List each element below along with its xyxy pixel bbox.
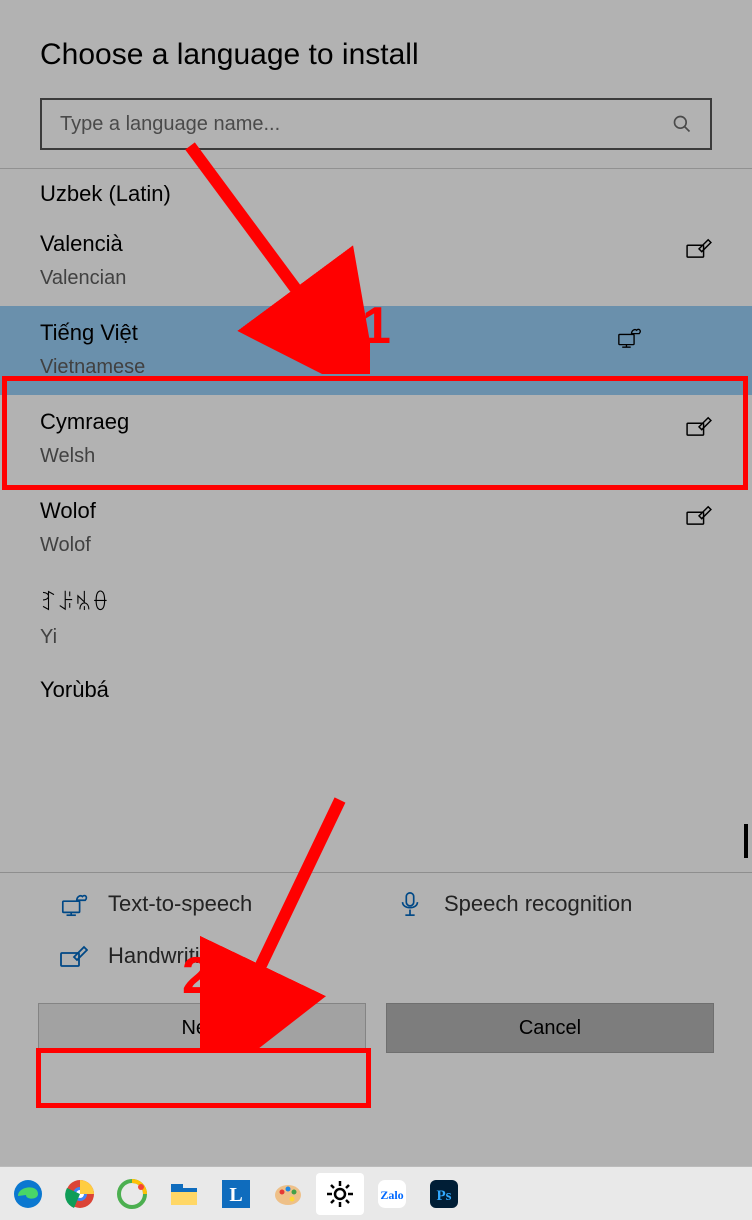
search-input[interactable]: Type a language name... <box>40 98 712 150</box>
svg-text:Ps: Ps <box>437 1188 452 1204</box>
language-item-welsh[interactable]: Cymraeg Welsh <box>0 395 752 484</box>
next-button[interactable]: Next <box>38 1003 366 1053</box>
language-list: Uzbek (Latin) Valencià Valencian Tiếng V… <box>0 169 752 703</box>
taskbar-zalo[interactable]: Zalo <box>368 1173 416 1215</box>
language-install-dialog: Choose a language to install Type a lang… <box>0 0 752 1220</box>
taskbar-chrome[interactable] <box>56 1173 104 1215</box>
legend-speech: Speech recognition <box>396 891 712 917</box>
taskbar-photoshop[interactable]: Ps <box>420 1173 468 1215</box>
text-to-speech-icon <box>616 326 642 348</box>
language-item-vietnamese[interactable]: Tiếng Việt Vietnamese <box>0 306 752 395</box>
handwriting-icon <box>60 943 88 969</box>
svg-text:Zalo: Zalo <box>380 1188 403 1202</box>
taskbar-edge[interactable] <box>4 1173 52 1215</box>
handwriting-icon <box>686 415 712 437</box>
language-item-valencian[interactable]: Valencià Valencian <box>0 217 752 306</box>
legend-handwriting: Handwriting <box>60 943 376 969</box>
legend-tts: Text-to-speech <box>60 891 376 917</box>
language-item-wolof[interactable]: Wolof Wolof <box>0 484 752 573</box>
taskbar: L Zalo Ps <box>0 1166 752 1220</box>
language-item-yi[interactable]: ꆈꌠꁱꂷ Yi <box>0 573 752 665</box>
taskbar-paint[interactable] <box>264 1173 312 1215</box>
text-cursor <box>744 824 748 858</box>
dialog-title: Choose a language to install <box>0 0 752 98</box>
language-item-uzbek[interactable]: Uzbek (Latin) <box>0 169 752 217</box>
search-icon <box>672 114 692 134</box>
svg-text:L: L <box>229 1184 242 1206</box>
taskbar-app-l[interactable]: L <box>212 1173 260 1215</box>
taskbar-settings[interactable] <box>316 1173 364 1215</box>
taskbar-coccoc[interactable] <box>108 1173 156 1215</box>
handwriting-icon <box>686 237 712 259</box>
taskbar-file-explorer[interactable] <box>160 1173 208 1215</box>
cancel-button[interactable]: Cancel <box>386 1003 714 1053</box>
search-placeholder: Type a language name... <box>60 113 280 136</box>
language-item-yoruba[interactable]: Yorùbá <box>0 665 752 703</box>
legend-panel: Text-to-speech Speech recognition Handwr… <box>0 872 752 1053</box>
text-to-speech-icon <box>60 891 88 917</box>
handwriting-icon <box>686 504 712 526</box>
microphone-icon <box>396 891 424 917</box>
